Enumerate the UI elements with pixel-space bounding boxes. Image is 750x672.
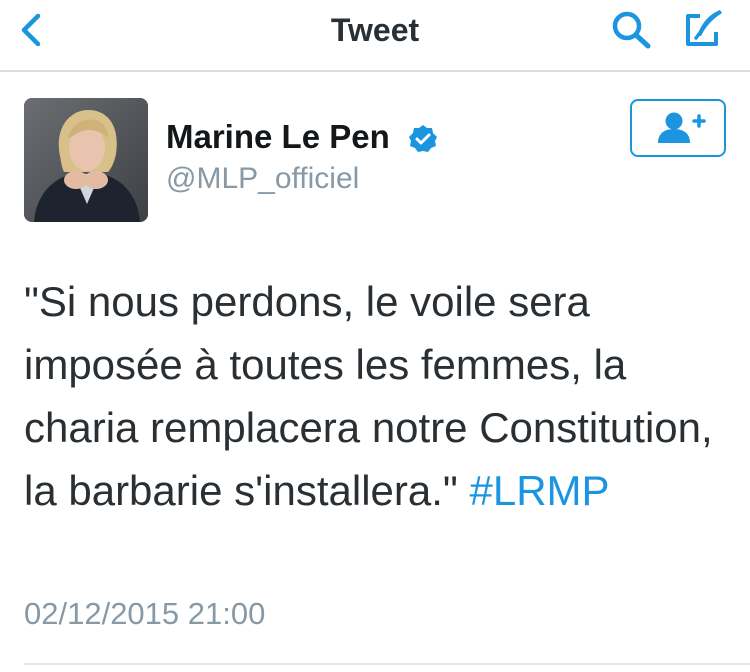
compose-button[interactable] bbox=[680, 4, 728, 52]
add-user-icon bbox=[658, 112, 706, 143]
navigation-bar: Tweet bbox=[0, 0, 750, 72]
user-handle[interactable]: @MLP_officiel bbox=[166, 162, 359, 196]
follow-button[interactable] bbox=[630, 99, 726, 157]
compose-feather-icon bbox=[686, 10, 722, 46]
hashtag-link[interactable]: #LRMP bbox=[469, 467, 609, 514]
search-button[interactable] bbox=[608, 8, 656, 52]
avatar[interactable] bbox=[24, 98, 148, 222]
divider bbox=[24, 663, 750, 665]
tweet-timestamp: 02/12/2015 21:00 bbox=[24, 596, 266, 631]
tweet-text: "Si nous perdons, le voile sera imposée … bbox=[24, 270, 724, 522]
chevron-left-icon bbox=[21, 13, 41, 47]
search-icon bbox=[612, 11, 651, 49]
avatar-photo bbox=[24, 98, 148, 222]
back-button[interactable] bbox=[14, 10, 50, 50]
verified-badge-icon bbox=[409, 125, 437, 152]
display-name[interactable]: Marine Le Pen bbox=[166, 118, 390, 156]
